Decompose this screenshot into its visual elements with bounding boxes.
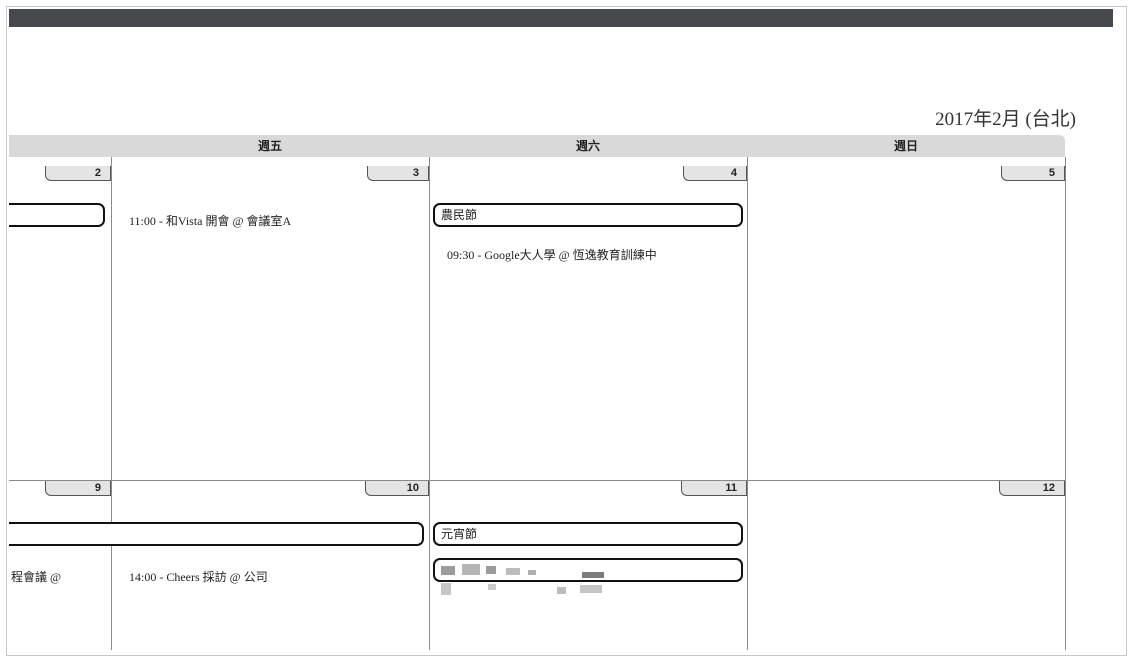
weekday-header-row: 週五 週六 週日 [9, 135, 1065, 157]
day-number-11[interactable]: 11 [681, 481, 747, 496]
all-day-event-holiday-4[interactable]: 農民節 [433, 203, 743, 227]
day-number-3[interactable]: 3 [367, 166, 429, 181]
day-number-9[interactable]: 9 [45, 481, 111, 496]
grid-line [1065, 157, 1066, 650]
grid-line [111, 157, 112, 650]
day-number-10[interactable]: 10 [365, 481, 429, 496]
day-number-12[interactable]: 12 [999, 481, 1065, 496]
weekday-sat: 週六 [575, 139, 600, 153]
blur-pixel [462, 564, 480, 575]
blur-pixel [486, 566, 496, 574]
all-day-event-multi-day[interactable] [9, 522, 424, 546]
blur-pixel [582, 572, 604, 578]
weekday-fri: 週五 [257, 139, 282, 153]
month-title: 2017年2月 (台北) [935, 109, 1076, 130]
grid-line [747, 157, 748, 650]
day-number-2[interactable]: 2 [45, 166, 111, 181]
event-feb3[interactable]: 11:00 - 和Vista 開會 @ 會議室A [129, 212, 291, 229]
event-feb10[interactable]: 14:00 - Cheers 採訪 @ 公司 [129, 568, 268, 585]
all-day-event-holiday-11[interactable]: 元宵節 [433, 522, 743, 546]
blur-pixel [557, 587, 566, 594]
blur-pixel [528, 570, 536, 575]
blur-pixel [506, 568, 520, 575]
event-feb9-partial[interactable]: 程會議 @ [11, 568, 61, 585]
blur-pixel [441, 566, 455, 575]
all-day-event-continued[interactable] [9, 203, 105, 227]
blur-pixel [580, 585, 602, 593]
event-feb4[interactable]: 09:30 - Google大人學 @ 恆逸教育訓練中 [447, 246, 657, 263]
day-number-5[interactable]: 5 [1001, 166, 1065, 181]
day-number-4[interactable]: 4 [683, 166, 747, 181]
grid-line [9, 480, 1065, 481]
blur-pixel [441, 583, 451, 595]
grid-line [429, 157, 430, 650]
blur-pixel [488, 584, 496, 590]
weekday-sun: 週日 [893, 139, 918, 153]
top-bar [9, 9, 1113, 27]
